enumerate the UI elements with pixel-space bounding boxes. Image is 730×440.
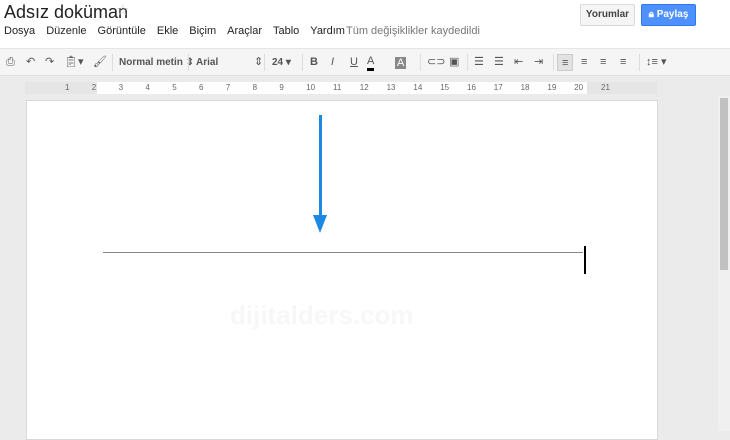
underline-button[interactable]: U [350, 54, 358, 71]
ruler-number: 3 [118, 83, 124, 92]
font-select-arrows-icon[interactable]: ⇕ [254, 54, 263, 71]
print-icon[interactable]: ⎙ [6, 54, 15, 71]
ruler-number: 6 [199, 83, 204, 92]
menu-dosya[interactable]: Dosya [4, 25, 35, 37]
menu-yardim[interactable]: Yardım [310, 25, 345, 37]
ruler-number: 17 [493, 83, 503, 92]
text-color-button[interactable]: A [367, 54, 375, 71]
bulleted-list-icon[interactable]: ☰ [494, 54, 504, 71]
menu-duzenle[interactable]: Düzenle [46, 25, 86, 37]
menu-tablo[interactable]: Tablo [273, 25, 299, 37]
highlight-button[interactable]: A [395, 57, 407, 69]
ruler-number: 11 [333, 83, 342, 92]
paste-icon[interactable]: 📋︎▾ [64, 54, 84, 71]
ruler-number: 9 [279, 83, 284, 92]
arrow-annotation [319, 115, 322, 219]
menu-goruntule[interactable]: Görüntüle [98, 25, 146, 37]
undo-icon[interactable]: ↶ [26, 54, 35, 71]
text-cursor [584, 246, 586, 274]
bold-button[interactable]: B [310, 54, 318, 71]
scrollbar-thumb[interactable] [720, 98, 728, 270]
align-center-icon[interactable]: ≡ [581, 54, 587, 71]
ruler-number: 2 [91, 83, 97, 92]
ruler-number: 19 [547, 83, 557, 92]
ruler-number: 7 [225, 83, 231, 92]
watermark: dijitalders.com [230, 300, 414, 330]
menu-araclar[interactable]: Araçlar [227, 25, 262, 37]
star-icon[interactable]: ☆ [116, 1, 129, 19]
document-page[interactable] [26, 100, 658, 440]
align-left-icon[interactable]: ≡ [557, 54, 574, 71]
decrease-indent-icon[interactable]: ⇤ [514, 54, 523, 71]
menu-bicim[interactable]: Biçim [189, 25, 216, 37]
ruler-number: 10 [306, 83, 316, 92]
image-icon[interactable]: ▣ [449, 54, 459, 71]
link-icon[interactable]: ⊂⊃ [427, 54, 445, 71]
header: Adsız doküman ☆ Dosya Düzenle Görüntüle … [0, 0, 730, 48]
ruler-number: 18 [520, 83, 530, 92]
document-title[interactable]: Adsız doküman [4, 2, 128, 23]
toolbar: ⎙ ↶ ↷ 📋︎▾ 🖌︎ Normal metin ⇕ Arial ⇕ 24 ▾… [0, 48, 730, 76]
share-button[interactable]: 🔒︎ Paylaş [641, 4, 696, 26]
ruler[interactable]: 1 2 3 4 5 6 7 8 9 10 11 12 13 14 15 16 17 18 19 20 21 [25, 82, 657, 94]
style-select[interactable]: Normal metin ⇕ [119, 54, 194, 71]
increase-indent-icon[interactable]: ⇥ [534, 54, 543, 71]
arrow-head [313, 215, 327, 233]
italic-button[interactable]: I [331, 54, 334, 71]
share-label: Paylaş [656, 9, 689, 20]
horizontal-line [103, 252, 583, 253]
size-select[interactable]: 24 ▾ [272, 54, 291, 71]
ruler-number: 8 [252, 83, 258, 92]
ruler-number: 12 [359, 83, 369, 92]
justify-icon[interactable]: ≡ [620, 54, 626, 71]
lock-icon: 🔒︎ [648, 9, 657, 20]
ruler-number: 13 [386, 83, 396, 92]
menu-ekle[interactable]: Ekle [157, 25, 178, 37]
align-right-icon[interactable]: ≡ [600, 54, 606, 71]
ruler-number: 15 [440, 83, 450, 92]
ruler-number: 20 [574, 83, 584, 92]
line-spacing-icon[interactable]: ↕≡ ▾ [646, 54, 667, 71]
save-status: Tüm değişiklikler kaydedildi [346, 25, 480, 37]
ruler-number: 16 [467, 83, 476, 92]
redo-icon[interactable]: ↷ [45, 54, 54, 71]
numbered-list-icon[interactable]: ☰ [474, 54, 484, 71]
ruler-number: 1 [65, 83, 70, 92]
ruler-number: 5 [172, 83, 177, 92]
font-select[interactable]: Arial [196, 54, 260, 71]
ruler-number: 14 [413, 83, 423, 92]
ruler-number: 21 [601, 83, 610, 92]
menu-bar: Dosya Düzenle Görüntüle Ekle Biçim Araçl… [4, 25, 356, 37]
ruler-number: 4 [145, 83, 150, 92]
comments-button[interactable]: Yorumlar [580, 4, 635, 26]
paint-format-icon[interactable]: 🖌︎ [93, 54, 107, 71]
